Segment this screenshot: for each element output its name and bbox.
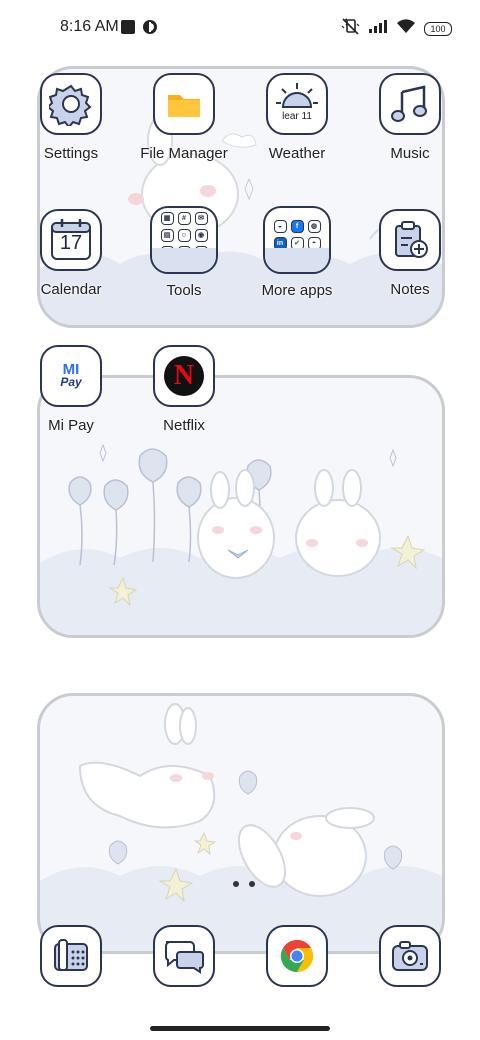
mini-app-icon: f — [290, 220, 304, 233]
camera-icon — [379, 925, 441, 987]
sun-icon: lear 11 — [266, 73, 328, 135]
app-notification-icon — [142, 19, 158, 40]
app-label: Settings — [43, 145, 99, 162]
app-file-manager[interactable]: File Manager — [129, 73, 239, 162]
status-left-icons — [120, 19, 158, 40]
app-mi-pay[interactable]: MI Pay Mi Pay — [16, 345, 126, 434]
app-settings[interactable]: Settings — [16, 73, 126, 162]
calendar-date: 17 — [59, 232, 83, 254]
wallpaper-widget-bottom — [37, 693, 445, 954]
mini-app-icon: ◉ — [194, 228, 208, 242]
mini-app-icon: ▤ — [160, 228, 174, 242]
app-netflix[interactable]: N Netflix — [129, 345, 239, 434]
chrome-icon — [266, 925, 328, 987]
folder-grid-icon: ◒ f ◍ in ✔ ◓ — [263, 206, 331, 274]
netflix-icon: N — [153, 345, 215, 407]
home-indicator[interactable] — [150, 1026, 330, 1031]
mini-app-icon: ◒ — [273, 220, 287, 233]
gear-icon — [40, 73, 102, 135]
dock-camera[interactable] — [355, 925, 465, 987]
music-note-icon — [379, 73, 441, 135]
clipboard-plus-icon — [379, 209, 441, 271]
mi-pay-icon: MI Pay — [40, 345, 102, 407]
app-label: Netflix — [163, 417, 205, 434]
app-music[interactable]: Music — [355, 73, 465, 162]
wifi-icon — [396, 18, 416, 39]
folder-grid-icon: ▦ # ✉ ▤ ☺ ◉ ◐ ● ★ — [150, 206, 218, 274]
netflix-logo: N — [164, 356, 204, 396]
app-label: Mi Pay — [48, 417, 94, 434]
bunny-playing-illustration — [40, 703, 442, 951]
mini-app-icon: ✉ — [194, 211, 208, 225]
square-notification-icon — [120, 19, 136, 40]
calendar-icon: 17 — [40, 209, 102, 271]
app-label: Tools — [166, 282, 202, 299]
messages-icon — [153, 925, 215, 987]
app-calendar[interactable]: 17 Calendar — [16, 209, 126, 298]
mi-pay-logo-bottom: Pay — [60, 375, 82, 389]
vibrate-off-icon — [340, 17, 360, 40]
app-label: More apps — [261, 282, 333, 299]
status-bar: 8:16 AM 100 — [0, 0, 480, 56]
app-notes[interactable]: Notes — [355, 209, 465, 298]
folder-tools[interactable]: ▦ # ✉ ▤ ☺ ◉ ◐ ● ★ Tools — [129, 206, 239, 299]
weather-text: lear 11 — [282, 111, 312, 122]
mini-app-icon: ◍ — [307, 220, 321, 233]
mini-app-icon: ☺ — [177, 228, 191, 242]
folder-app-grid: ◒ f ◍ in ✔ ◓ — [273, 220, 321, 250]
folder-more-apps[interactable]: ◒ f ◍ in ✔ ◓ More apps — [242, 206, 352, 299]
phone-icon — [40, 925, 102, 987]
app-label: File Manager — [140, 145, 228, 162]
dock-phone[interactable] — [16, 925, 126, 987]
app-label: Notes — [390, 281, 430, 298]
mini-app-icon: ▦ — [160, 211, 174, 225]
app-weather[interactable]: lear 11 Weather — [242, 73, 352, 162]
app-label: Music — [390, 145, 430, 162]
dock-chrome[interactable] — [242, 925, 352, 987]
battery-icon: 100 — [424, 21, 452, 36]
status-time: 8:16 AM — [60, 18, 119, 35]
mini-app-icon: # — [177, 211, 191, 225]
dock-messages[interactable] — [129, 925, 239, 987]
app-label: Weather — [268, 145, 326, 162]
status-right-icons: 100 — [340, 17, 452, 40]
signal-icon — [368, 18, 388, 39]
app-label: Calendar — [40, 281, 102, 298]
folder-icon — [153, 73, 215, 135]
